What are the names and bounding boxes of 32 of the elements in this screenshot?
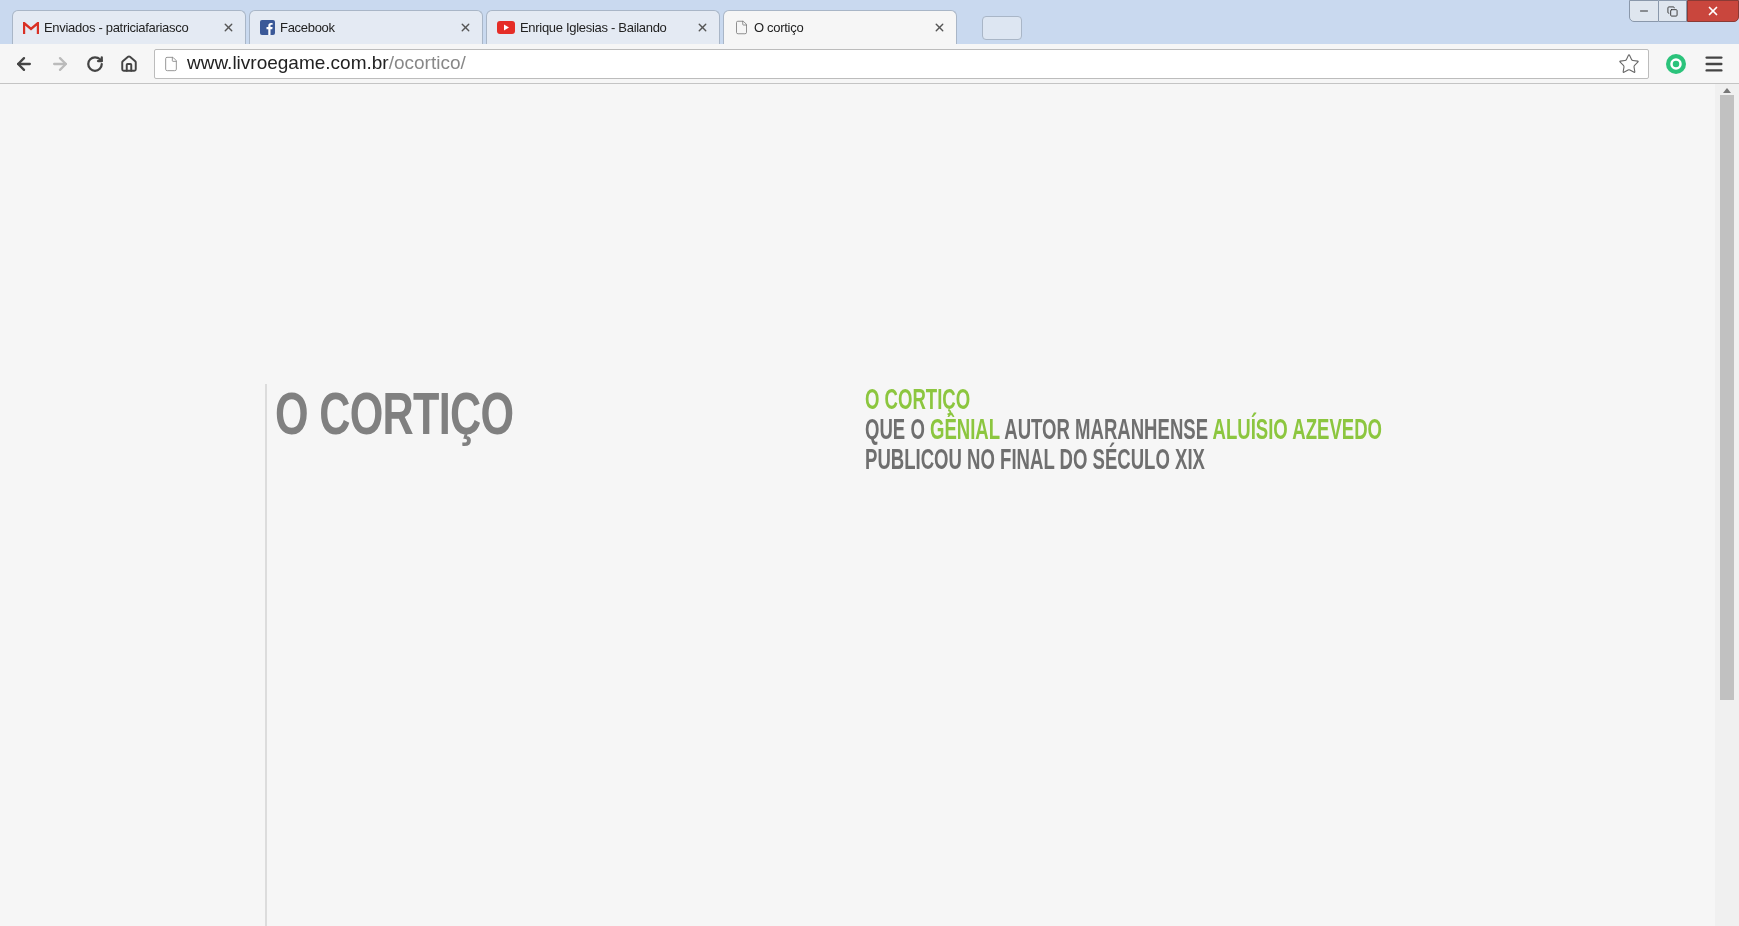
browser-tab[interactable]: O cortiço [723,10,957,44]
page-icon [163,55,179,72]
close-icon[interactable] [696,21,709,34]
facebook-icon [260,20,275,35]
browser-tab[interactable]: Enrique Iglesias - Bailando [486,10,720,44]
restore-icon [1667,5,1678,17]
mail-icon [23,21,39,34]
home-icon[interactable] [120,54,138,73]
address-bar[interactable]: www.livroegame.com.br/ocortico/ [154,48,1649,79]
intro-line: O CORTIÇO [865,384,971,414]
video-icon [497,21,515,34]
url-text: www.livroegame.com.br/ocortico/ [187,51,466,76]
tab-title: Facebook [280,18,336,37]
tab-title: O cortiço [754,18,805,37]
bookmark-star-icon[interactable] [1618,52,1640,75]
tab-title: Enrique Iglesias - Bailando [520,18,668,37]
browser-tab[interactable]: Enviados - patriciafariasco [12,10,246,44]
page-icon [734,20,749,35]
restore-button[interactable] [1659,0,1687,22]
close-icon[interactable] [933,21,946,34]
close-icon[interactable] [459,21,472,34]
browser-tab[interactable]: Facebook [249,10,483,44]
tab-title: Enviados - patriciafariasco [44,18,190,37]
scrollbar-thumb[interactable] [1720,95,1734,700]
close-icon [1706,4,1720,18]
page-title: O CORTIÇO [275,384,514,444]
close-window-button[interactable] [1687,0,1739,22]
scrollbar[interactable] [1715,84,1739,926]
close-icon[interactable] [222,21,235,34]
scroll-up-icon[interactable] [1723,88,1731,93]
reload-icon[interactable] [86,54,104,73]
intro-line: PUBLICOU NO FINAL DO SÉCULO XIX [865,444,1205,474]
